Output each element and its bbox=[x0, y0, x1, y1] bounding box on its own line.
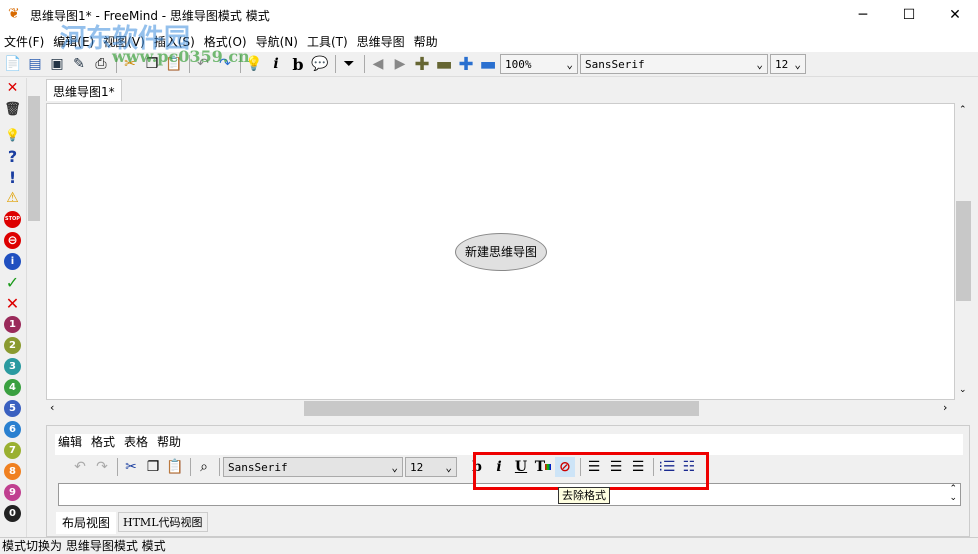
maximize-button[interactable]: ☐ bbox=[886, 0, 932, 30]
cross-icon[interactable]: ✕ bbox=[4, 295, 21, 312]
zoom-value: 100% bbox=[505, 57, 532, 71]
chevron-down-icon: ⌄ bbox=[391, 460, 398, 474]
editor-font-value: SansSerif bbox=[228, 460, 288, 474]
chevron-down-icon: ⌄ bbox=[794, 57, 801, 71]
tab-html-view[interactable]: HTML代码视图 bbox=[118, 512, 208, 532]
chevron-down-icon: ⌄ bbox=[566, 57, 573, 71]
menu-mindmap[interactable]: 思维导图 bbox=[357, 33, 405, 50]
size-select[interactable]: 12 ⌄ bbox=[770, 54, 806, 74]
priority-1-icon[interactable]: 1 bbox=[4, 316, 21, 333]
bold-icon[interactable]: b bbox=[288, 54, 308, 74]
priority-5-icon[interactable]: 5 bbox=[4, 400, 21, 417]
scroll-right-icon[interactable]: › bbox=[943, 401, 947, 414]
priority-4-icon[interactable]: 4 bbox=[4, 379, 21, 396]
question-icon[interactable]: ? bbox=[4, 148, 21, 165]
priority-8-icon[interactable]: 8 bbox=[4, 463, 21, 480]
save-icon[interactable]: ▣ bbox=[47, 54, 67, 74]
trash-icon[interactable]: 🗑 bbox=[4, 101, 21, 118]
editor-font-select[interactable]: SansSerif ⌄ bbox=[223, 457, 403, 477]
map-tabs: 思维导图1* bbox=[44, 78, 978, 102]
zoom-out-icon[interactable]: ▬ bbox=[478, 54, 498, 75]
close-button[interactable]: ✕ bbox=[932, 0, 978, 30]
print-icon[interactable]: ⎙ bbox=[91, 54, 111, 74]
scroll-thumb[interactable] bbox=[304, 401, 699, 416]
priority-3-icon[interactable]: 3 bbox=[4, 358, 21, 375]
forward-icon[interactable]: ▶ bbox=[390, 54, 410, 74]
font-value: SansSerif bbox=[585, 57, 645, 71]
priority-0-icon[interactable]: 0 bbox=[4, 505, 21, 522]
editor-menu-help[interactable]: 帮助 bbox=[157, 433, 181, 450]
scroll-down-icon[interactable]: ⌄ bbox=[959, 385, 967, 395]
vertical-scrollbar[interactable]: ⌃ ⌄ bbox=[955, 103, 972, 400]
find-icon[interactable]: ⌕ bbox=[194, 457, 214, 477]
redo-icon[interactable]: ↷ bbox=[92, 457, 112, 477]
remove-icon[interactable]: ✕ bbox=[4, 80, 21, 97]
note-icon[interactable]: 💬 bbox=[310, 54, 330, 74]
root-node[interactable]: 新建思维导图 bbox=[455, 233, 547, 271]
scroll-left-icon[interactable]: ‹ bbox=[50, 401, 54, 414]
warning-icon[interactable]: ⚠ bbox=[4, 190, 21, 207]
tab-layout-view[interactable]: 布局视图 bbox=[56, 512, 117, 534]
editor-menu: 编辑 格式 表格 帮助 bbox=[58, 433, 190, 450]
fold-minus-icon[interactable]: ▬ bbox=[434, 54, 454, 75]
highlight-box bbox=[473, 452, 709, 490]
tooltip: 去除格式 bbox=[558, 487, 610, 504]
status-bar: 模式切换为 思维导图模式 模式 bbox=[0, 537, 978, 553]
editor-menu-edit[interactable]: 编辑 bbox=[58, 433, 82, 450]
fold-plus-icon[interactable]: ✚ bbox=[412, 54, 432, 75]
menu-help[interactable]: 帮助 bbox=[414, 33, 438, 50]
copy-icon[interactable]: ❐ bbox=[143, 457, 163, 477]
cut-icon[interactable]: ✂ bbox=[121, 457, 141, 477]
info-icon[interactable]: i bbox=[4, 253, 21, 270]
check-icon[interactable]: ✓ bbox=[4, 274, 21, 291]
font-select[interactable]: SansSerif ⌄ bbox=[580, 54, 768, 74]
priority-6-icon[interactable]: 6 bbox=[4, 421, 21, 438]
minimize-button[interactable]: ─ bbox=[840, 0, 886, 30]
menu-navigate[interactable]: 导航(N) bbox=[256, 33, 298, 50]
stop-icon[interactable]: STOP bbox=[4, 211, 21, 228]
editor-menu-table[interactable]: 表格 bbox=[124, 433, 148, 450]
watermark-url: www.pc0359.cn bbox=[112, 47, 250, 66]
zoom-select[interactable]: 100% ⌄ bbox=[500, 54, 578, 74]
editor-size-select[interactable]: 12 ⌄ bbox=[405, 457, 457, 477]
scroll-up-icon[interactable]: ⌃ bbox=[959, 105, 967, 115]
open-icon[interactable]: ▤ bbox=[25, 54, 45, 74]
scroll-thumb[interactable] bbox=[956, 201, 971, 301]
exclamation-icon[interactable]: ! bbox=[4, 169, 21, 186]
icon-palette-scrollbar[interactable] bbox=[26, 78, 41, 537]
editor-size-value: 12 bbox=[410, 460, 424, 474]
zoom-in-icon[interactable]: ✚ bbox=[456, 54, 476, 75]
chevron-down-icon: ⌄ bbox=[756, 57, 763, 71]
filter-icon[interactable]: ⏷ bbox=[339, 54, 359, 74]
size-value: 12 bbox=[775, 57, 789, 71]
menu-tools[interactable]: 工具(T) bbox=[307, 33, 348, 50]
new-icon[interactable]: 📄 bbox=[3, 54, 23, 74]
back-icon[interactable]: ◀ bbox=[368, 54, 388, 74]
undo-icon[interactable]: ↶ bbox=[70, 457, 90, 477]
menu-file[interactable]: 文件(F) bbox=[4, 33, 44, 50]
butterfly-logo-icon: ❦ bbox=[8, 6, 20, 22]
priority-7-icon[interactable]: 7 bbox=[4, 442, 21, 459]
idea-icon[interactable]: 💡 bbox=[4, 127, 21, 144]
paste-icon[interactable]: 📋 bbox=[165, 457, 185, 477]
spinner-icon[interactable]: ⌃ ⌄ bbox=[949, 485, 957, 503]
save-as-icon[interactable]: ✎ bbox=[69, 54, 89, 74]
horizontal-scrollbar[interactable]: ‹ › bbox=[46, 400, 955, 417]
priority-9-icon[interactable]: 9 bbox=[4, 484, 21, 501]
tab-mindmap-1[interactable]: 思维导图1* bbox=[46, 79, 122, 101]
no-entry-icon[interactable]: ⊖ bbox=[4, 232, 21, 249]
priority-2-icon[interactable]: 2 bbox=[4, 337, 21, 354]
chevron-down-icon: ⌄ bbox=[445, 460, 452, 474]
scroll-thumb[interactable] bbox=[28, 96, 40, 221]
italic-icon[interactable]: i bbox=[266, 54, 286, 74]
editor-menu-format[interactable]: 格式 bbox=[91, 433, 115, 450]
